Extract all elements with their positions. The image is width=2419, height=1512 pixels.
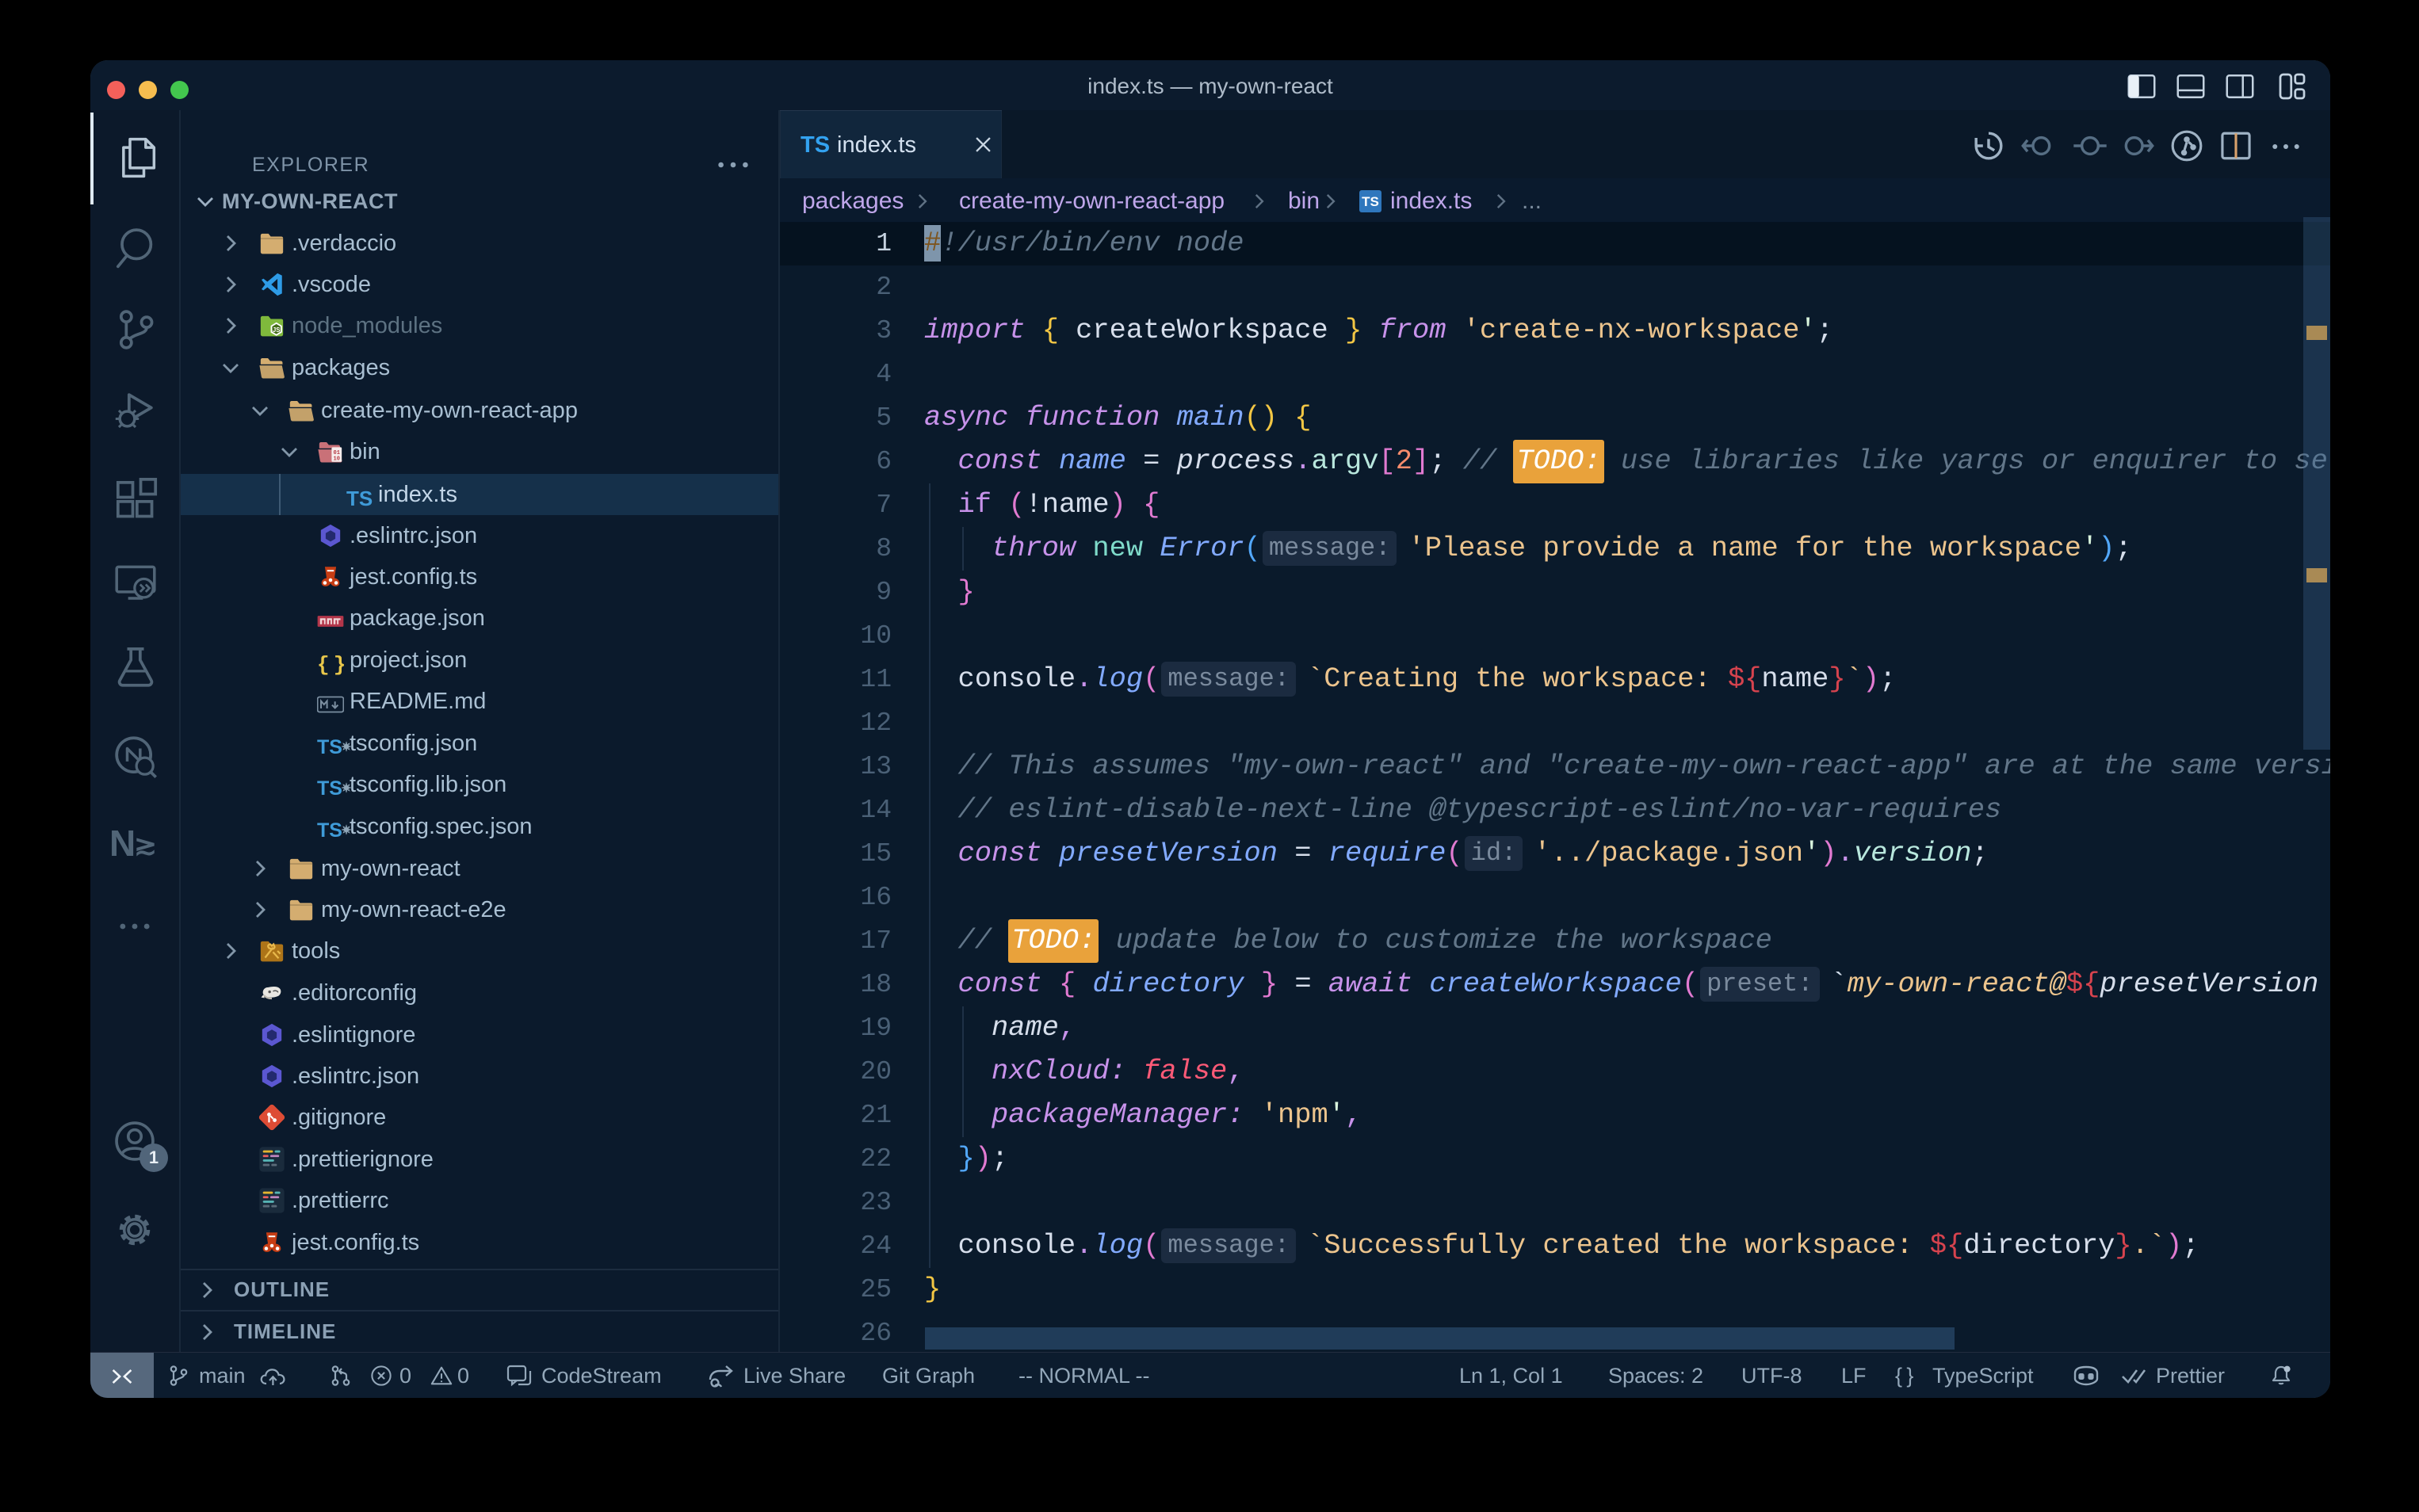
svg-text:JS: JS (273, 326, 281, 334)
svg-text:10: 10 (334, 456, 341, 463)
